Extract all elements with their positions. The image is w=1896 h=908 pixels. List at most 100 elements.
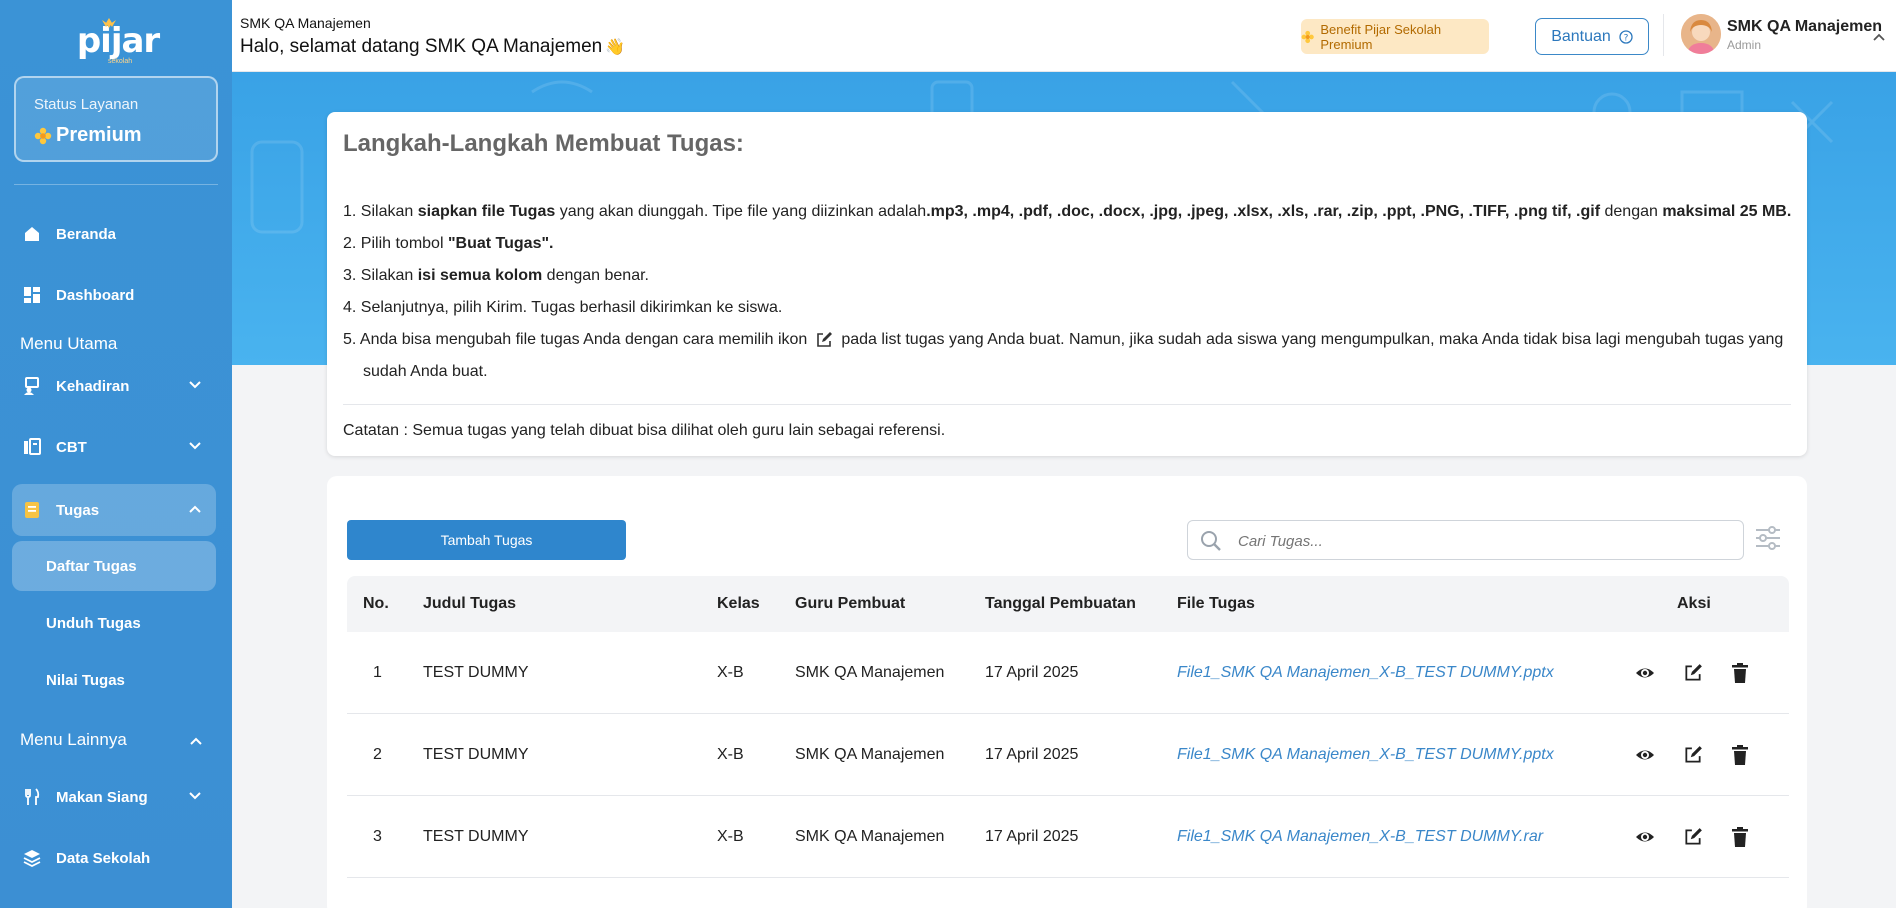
step-number: 4. [343,299,357,316]
sidebar-item-dashboard[interactable]: Dashboard [12,271,216,319]
steps-list: 1. Silakan siapkan file Tugas yang akan … [343,196,1793,388]
help-label: Bantuan [1551,27,1611,45]
premium-flower-icon [34,127,52,144]
cell-judul: TEST DUMMY [423,828,529,845]
chevron-down-icon [189,381,201,389]
pijar-logo[interactable]: pijar sekolah [77,18,160,65]
step-bold: "Buat Tugas". [447,235,554,252]
svg-text:?: ? [1623,33,1628,43]
step-number: 1. [343,203,357,220]
file-link[interactable]: File1_SMK QA Manajemen_X-B_TEST DUMMY.ra… [1177,796,1543,878]
col-kelas: Kelas [717,595,760,612]
step-text: yang akan diunggah. Tipe file yang diizi… [555,203,927,220]
section-menu-lainnya[interactable]: Menu Lainnya [20,730,127,750]
cell-no: 1 [373,664,382,681]
premium-flower-icon [1301,30,1314,43]
search-box[interactable] [1187,520,1744,560]
benefit-text: Benefit Pijar Sekolah Premium [1320,21,1442,52]
file-link[interactable]: File1_SMK QA Manajemen_X-B_TEST DUMMY.pp… [1177,714,1554,796]
cell-kelas: X-B [717,664,744,681]
chevron-down-icon [189,792,201,800]
col-file: File Tugas [1177,595,1255,612]
file-link[interactable]: File1_SMK QA Manajemen_X-B_TEST DUMMY.pp… [1177,632,1554,714]
sidebar-item-nilai-tugas[interactable]: Nilai Tugas [12,655,216,705]
eye-icon[interactable] [1635,827,1655,847]
sidebar-item-tugas[interactable]: Tugas [12,484,216,536]
cell-kelas: X-B [717,828,744,845]
sidebar-item-makan-siang[interactable]: Makan Siang [12,773,216,821]
status-label: Status Layanan [34,96,139,113]
step-item: 5. Anda bisa mengubah file tugas Anda de… [343,324,1793,388]
step-text: Silakan [360,203,418,220]
eye-icon[interactable] [1635,663,1655,683]
utensils-icon [22,787,42,807]
steps-divider [343,404,1791,405]
greeting: Halo, selamat datang SMK QA Manajemen 👋 [240,36,625,58]
search-icon [1201,531,1221,551]
edit-icon[interactable] [1683,827,1703,847]
avatar[interactable] [1681,14,1721,54]
filter-icon[interactable] [1755,526,1781,550]
sidebar-item-kehadiran[interactable]: Kehadiran [12,362,216,410]
help-button[interactable]: Bantuan ? [1535,18,1649,55]
chevron-up-icon[interactable] [1872,30,1886,44]
cell-guru: SMK QA Manajemen [795,664,945,681]
step-text: dengan [1600,203,1663,220]
search-input[interactable] [1238,529,1728,553]
status-layanan-card: Status Layanan Premium [14,76,218,162]
app-root: pijar sekolah Status Layanan Premium Ber… [0,0,1896,908]
assignment-icon [22,500,42,520]
logo-subtext: sekolah [108,58,133,65]
cell-judul: TEST DUMMY [423,664,529,681]
col-aksi: Aksi [1677,595,1711,612]
trash-icon[interactable] [1731,663,1749,683]
greeting-text: Halo, selamat datang SMK QA Manajemen [240,36,603,57]
table-row: 1 TEST DUMMY X-B SMK QA Manajemen 17 Apr… [347,632,1789,714]
chevron-down-icon [189,442,201,450]
status-value-text: Premium [56,124,142,146]
sidebar-item-label: Tugas [56,501,100,519]
steps-card: Langkah-Langkah Membuat Tugas: 1. Silaka… [327,112,1807,456]
table-header: No. Judul Tugas Kelas Guru Pembuat Tangg… [347,576,1789,632]
sidebar-item-label: Dashboard [56,286,135,304]
task-table-card: Tambah Tugas No. Judul Tugas Kelas Guru … [327,476,1807,908]
cell-no: 2 [373,746,382,763]
table-row: 2 TEST DUMMY X-B SMK QA Manajemen 17 Apr… [347,714,1789,796]
eye-icon[interactable] [1635,745,1655,765]
step-text: Pilih tombol [360,235,448,252]
sidebar-item-label: Data Sekolah [56,849,151,867]
step-text: Anda bisa mengubah file tugas Anda denga… [359,331,808,348]
sidebar-item-beranda[interactable]: Beranda [12,210,216,258]
col-no: No. [363,595,389,612]
sidebar: pijar sekolah Status Layanan Premium Ber… [0,0,232,908]
dashboard-icon [22,285,42,305]
chevron-up-icon[interactable] [189,734,203,748]
sidebar-item-daftar-tugas[interactable]: Daftar Tugas [12,541,216,591]
sidebar-item-label: Kehadiran [56,377,130,395]
sidebar-item-unduh-tugas[interactable]: Unduh Tugas [12,598,216,648]
trash-icon[interactable] [1731,827,1749,847]
section-menu-utama: Menu Utama [20,334,118,353]
step-bold: .mp3, .mp4, .pdf, .doc, .docx, .jpg, .jp… [926,203,1601,220]
cell-judul: TEST DUMMY [423,746,529,763]
benefit-premium-badge[interactable]: Benefit Pijar Sekolah Premium [1301,19,1489,54]
edit-icon [817,331,833,347]
step-item: 1. Silakan siapkan file Tugas yang akan … [343,196,1793,228]
sidebar-item-data-sekolah[interactable]: Data Sekolah [12,834,216,882]
sidebar-item-label: Makan Siang [56,788,148,806]
cell-tanggal: 17 April 2025 [985,664,1079,681]
edit-icon[interactable] [1683,745,1703,765]
step-bold: maksimal 25 MB. [1662,203,1792,220]
sidebar-item-cbt[interactable]: CBT [12,423,216,471]
user-name[interactable]: SMK QA Manajemen [1727,18,1882,36]
logo-flame-icon [102,18,116,28]
wave-icon: 👋 [605,39,626,56]
add-task-button[interactable]: Tambah Tugas [347,520,626,560]
chevron-up-icon [189,505,201,513]
school-name: SMK QA Manajemen [240,15,371,31]
cell-tanggal: 17 April 2025 [985,746,1079,763]
edit-icon[interactable] [1683,663,1703,683]
col-tanggal: Tanggal Pembuatan [985,595,1136,612]
trash-icon[interactable] [1731,745,1749,765]
step-item: 3. Silakan isi semua kolom dengan benar. [343,260,1793,292]
